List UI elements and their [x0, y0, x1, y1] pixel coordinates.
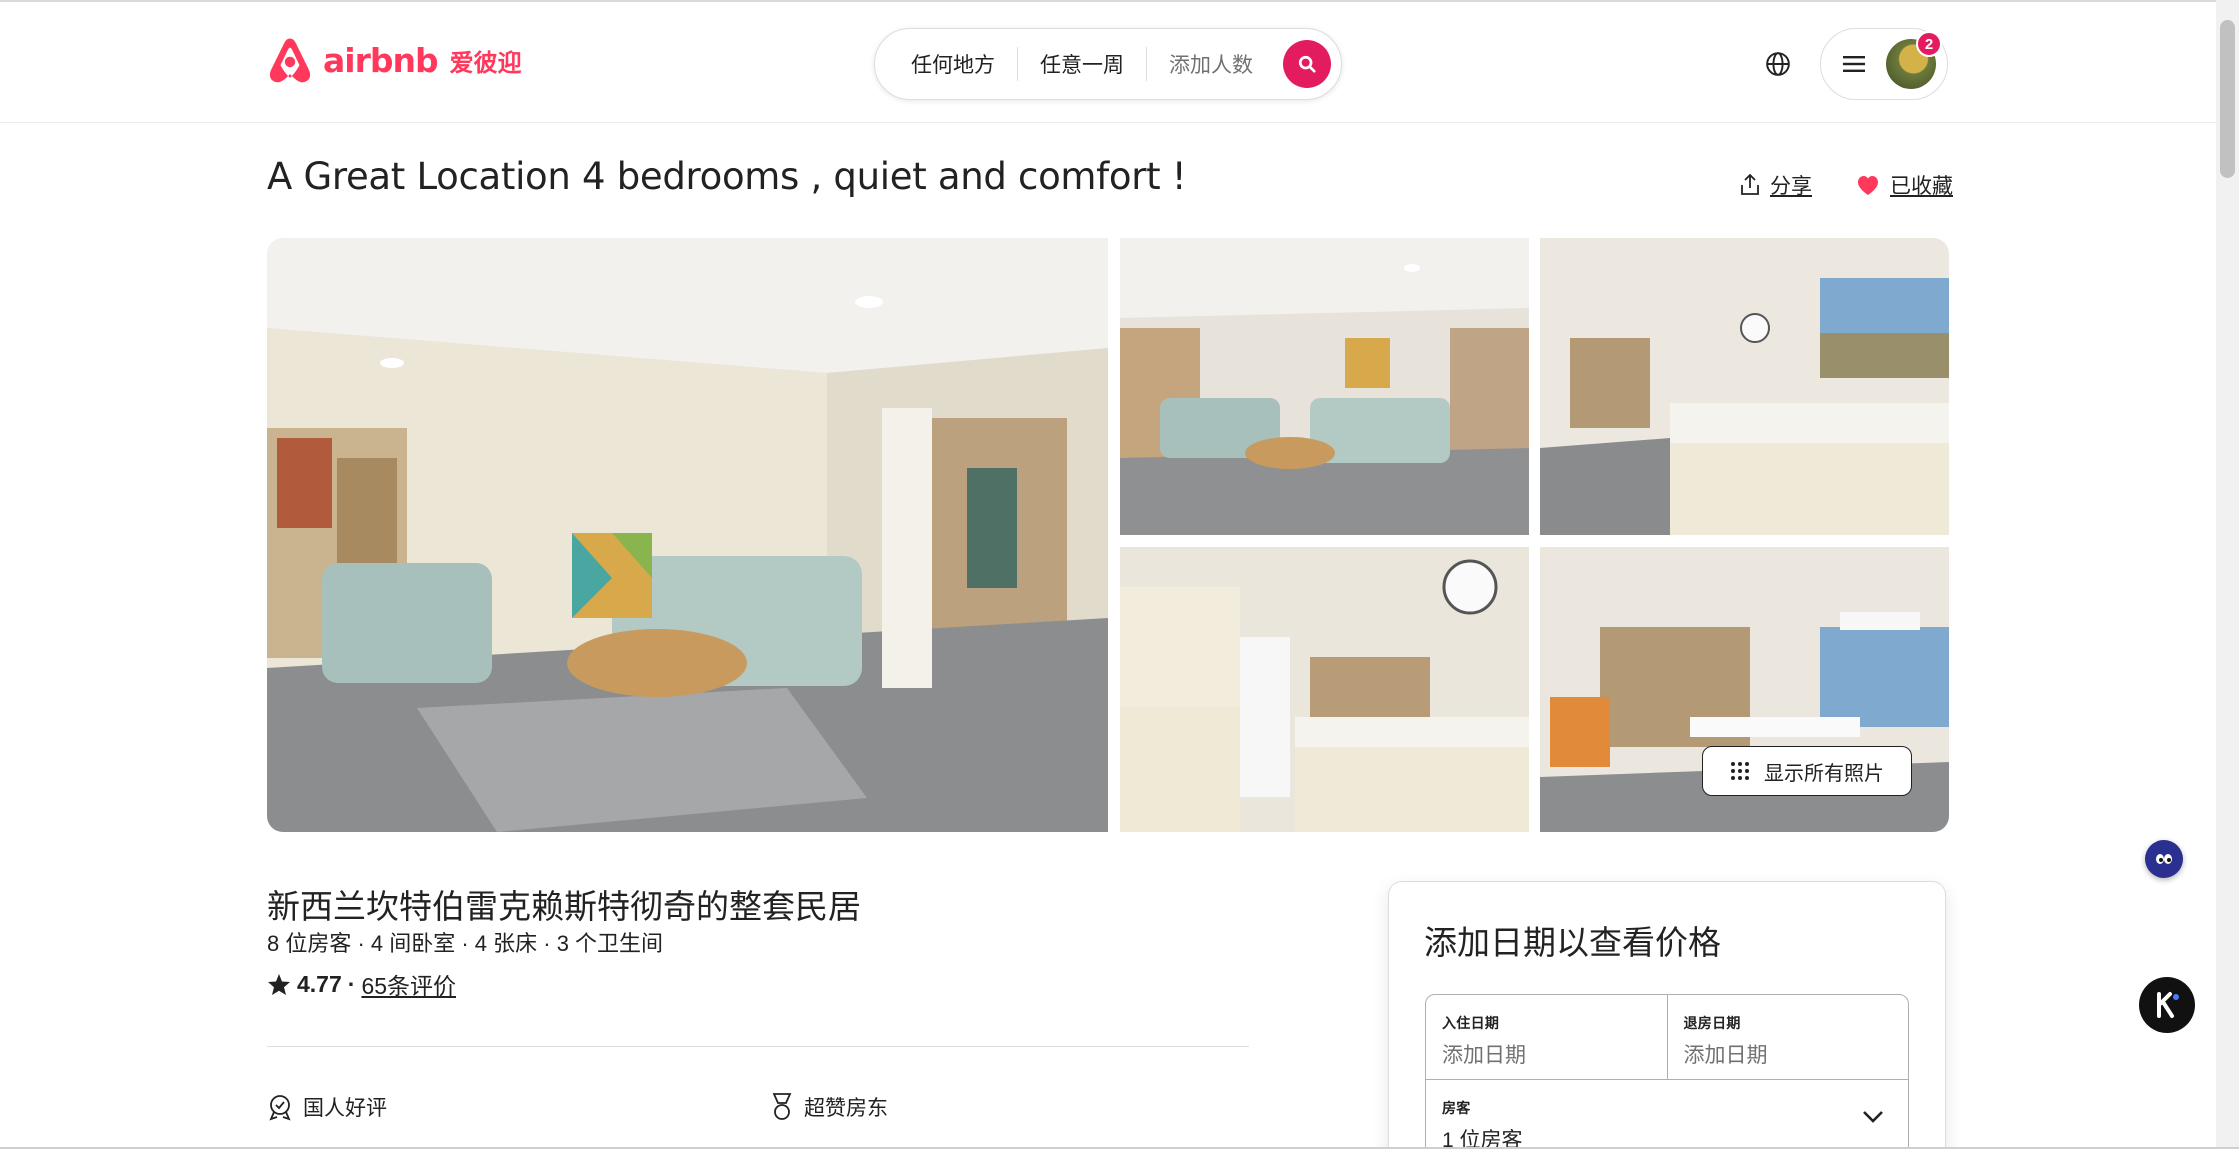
- airbnb-logo[interactable]: airbnb 爱彼迎: [267, 34, 522, 86]
- checkout-label: 退房日期: [1683, 1015, 1741, 1031]
- heart-icon: [1858, 176, 1878, 195]
- listing-details: 8 位房客 · 4 间卧室 · 4 张床 · 3 个卫生间: [267, 931, 664, 956]
- airbnb-logo-icon: [269, 38, 311, 83]
- globe-icon: [1766, 52, 1790, 76]
- kitchen-photo: [1540, 238, 1949, 535]
- living-room-photo: [267, 238, 1108, 832]
- language-button[interactable]: [1760, 46, 1796, 82]
- photo-gallery: 显示所有照片: [267, 238, 1949, 832]
- extension-k-button[interactable]: [2139, 977, 2195, 1033]
- guests-value: 1 位房客: [1442, 1129, 1523, 1149]
- grid-dots-icon: [1731, 762, 1749, 780]
- show-all-photos-label: 显示所有照片: [1764, 762, 1884, 785]
- search-button[interactable]: [1283, 40, 1331, 88]
- booking-form: 入住日期 添加日期 退房日期 添加日期 房客 1 位房客: [1425, 994, 1909, 1149]
- checkout-value: 添加日期: [1683, 1044, 1768, 1067]
- share-icon: [1741, 174, 1759, 195]
- living-room-photo: [1120, 238, 1529, 535]
- reviews-link[interactable]: 65条评价: [361, 967, 456, 1001]
- star-icon: [268, 973, 290, 995]
- checkin-field[interactable]: 入住日期 添加日期: [1426, 995, 1667, 1079]
- highlight-item: 国人好评: [267, 1092, 387, 1122]
- guests-selector[interactable]: 房客 1 位房客: [1426, 1079, 1908, 1149]
- kitchen-photo: [1120, 547, 1529, 832]
- search-icon: [1298, 55, 1316, 73]
- k-logo-icon: [2157, 992, 2179, 1018]
- rating-value: 4.77: [297, 970, 342, 997]
- photo-living-room[interactable]: [1120, 238, 1529, 535]
- highlight-label: 超赞房东: [804, 1097, 888, 1120]
- listing-subtitle: 新西兰坎特伯雷克赖斯特彻奇的整套民居: [267, 888, 861, 925]
- brand-name: airbnb: [323, 40, 439, 80]
- brand-name-cn: 爱彼迎: [449, 49, 522, 77]
- user-menu-button[interactable]: 2: [1820, 28, 1948, 100]
- site-header: airbnb 爱彼迎 任何地方 任意一周 添加人数 2: [0, 2, 2216, 123]
- notification-badge: 2: [1916, 31, 1942, 57]
- chevron-down-icon: [1863, 1111, 1883, 1123]
- search-when[interactable]: 任意一周: [1040, 49, 1124, 79]
- photo-kitchen-dining[interactable]: [1540, 238, 1949, 535]
- checkin-value: 添加日期: [1442, 1044, 1526, 1067]
- booking-title: 添加日期以查看价格: [1424, 924, 1721, 961]
- main-photo[interactable]: [267, 238, 1108, 832]
- award-icon: [269, 1095, 291, 1121]
- highlight-label: 国人好评: [303, 1097, 387, 1120]
- search-bar[interactable]: 任何地方 任意一周 添加人数: [874, 28, 1342, 100]
- eyes-icon: [2156, 854, 2172, 864]
- photo-kitchen[interactable]: [1120, 547, 1529, 832]
- saved-button[interactable]: 已收藏: [1890, 170, 1953, 200]
- medal-icon: [772, 1093, 792, 1120]
- search-where[interactable]: 任何地方: [911, 49, 995, 79]
- search-divider: [1146, 47, 1147, 81]
- divider: [267, 1046, 1249, 1047]
- search-guests[interactable]: 添加人数: [1169, 49, 1253, 79]
- listing-title: A Great Location 4 bedrooms , quiet and …: [267, 155, 1187, 198]
- guests-label: 房客: [1442, 1100, 1471, 1116]
- scrollbar-thumb[interactable]: [2220, 20, 2235, 178]
- checkout-field[interactable]: 退房日期 添加日期: [1666, 995, 1909, 1079]
- assistant-bubble-button[interactable]: [2145, 840, 2183, 878]
- booking-card: 添加日期以查看价格 入住日期 添加日期 退房日期 添加日期 房客 1 位房客: [1388, 881, 1946, 1149]
- rating-separator: ·: [347, 970, 356, 997]
- rating-summary: 4.77 · 65条评价: [267, 967, 456, 1001]
- hamburger-menu-icon: [1843, 56, 1865, 72]
- checkin-label: 入住日期: [1442, 1015, 1500, 1031]
- search-divider: [1017, 47, 1018, 81]
- show-all-photos-button[interactable]: 显示所有照片: [1702, 746, 1912, 796]
- highlight-item: 超赞房东: [770, 1092, 888, 1122]
- share-button[interactable]: 分享: [1770, 170, 1812, 200]
- listing-actions: 分享 已收藏: [1740, 170, 1953, 200]
